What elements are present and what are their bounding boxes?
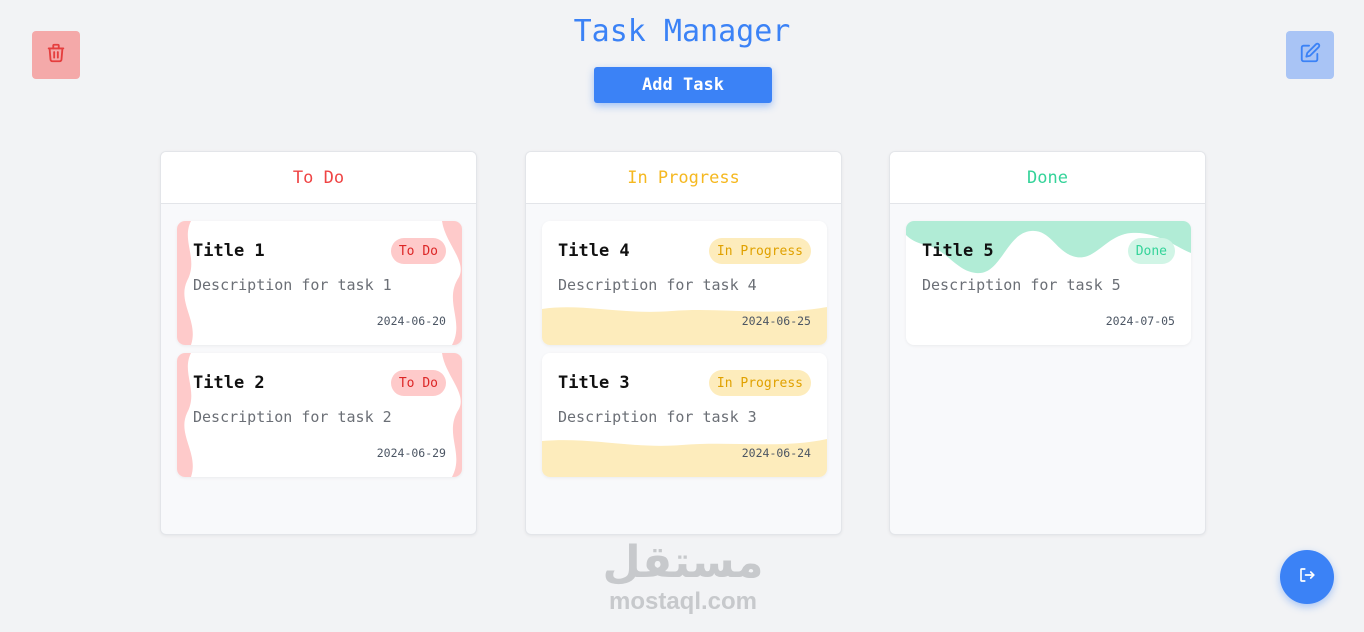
status-badge: In Progress	[708, 238, 811, 264]
task-title: Title 1	[193, 241, 265, 261]
column-todo: To Do Title 1 To Do Description for task…	[160, 151, 477, 535]
task-card[interactable]: Title 5 Done Description for task 5 2024…	[906, 221, 1191, 345]
task-card[interactable]: Title 1 To Do Description for task 1 202…	[177, 221, 462, 345]
logout-button[interactable]	[1280, 550, 1334, 604]
task-description: Description for task 1	[193, 276, 392, 294]
watermark-arabic: مستقل	[602, 537, 764, 588]
column-done: Done Title 5 Done Description for task 5…	[889, 151, 1206, 535]
task-title: Title 2	[193, 373, 265, 393]
status-badge: In Progress	[708, 370, 811, 396]
add-task-button[interactable]: Add Task	[594, 67, 772, 103]
task-date: 2024-06-25	[741, 314, 811, 328]
task-description: Description for task 5	[922, 276, 1121, 294]
logout-icon	[1298, 566, 1316, 588]
task-date: 2024-06-29	[376, 446, 446, 460]
task-card[interactable]: Title 4 In Progress Description for task…	[542, 221, 827, 345]
column-header-todo: To Do	[161, 152, 476, 204]
task-card[interactable]: Title 3 In Progress Description for task…	[542, 353, 827, 477]
task-date: 2024-06-20	[376, 314, 446, 328]
task-title: Title 3	[558, 373, 630, 393]
task-date: 2024-07-05	[1105, 314, 1175, 328]
status-badge: Done	[1127, 238, 1175, 264]
task-description: Description for task 3	[558, 408, 757, 426]
task-title: Title 5	[922, 241, 994, 261]
task-description: Description for task 4	[558, 276, 757, 294]
task-card[interactable]: Title 2 To Do Description for task 2 202…	[177, 353, 462, 477]
status-badge: To Do	[390, 238, 446, 264]
task-description: Description for task 2	[193, 408, 392, 426]
watermark-latin: mostaql.com	[608, 588, 758, 615]
column-in-progress: In Progress Title 4 In Progress Descript…	[525, 151, 842, 535]
column-header-done: Done	[890, 152, 1205, 204]
task-date: 2024-06-24	[741, 446, 811, 460]
page-title: Task Manager	[573, 14, 791, 49]
task-title: Title 4	[558, 241, 630, 261]
status-badge: To Do	[390, 370, 446, 396]
watermark: مستقل mostaql.com	[598, 537, 768, 615]
column-header-in-progress: In Progress	[526, 152, 841, 204]
